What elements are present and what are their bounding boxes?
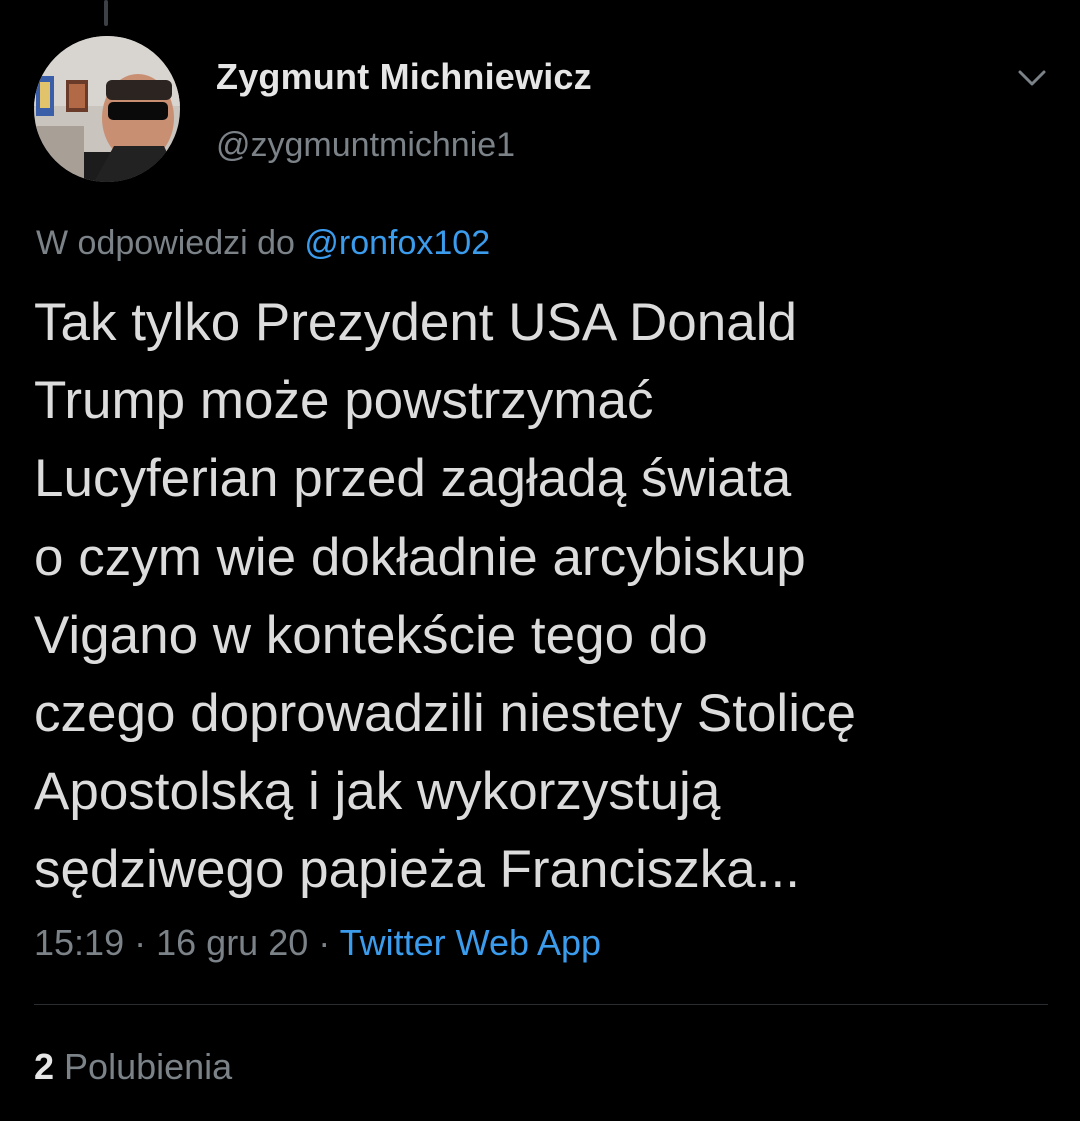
tweet-source-link[interactable]: Twitter Web App — [340, 922, 601, 963]
reply-context: W odpowiedzi do @ronfox102 — [36, 224, 490, 263]
likes-count: 2 — [34, 1046, 55, 1087]
tweet-metadata: 15:19 · 16 gru 20 · Twitter Web App — [34, 922, 601, 964]
tweet-text-line: o czym wie dokładnie arcybiskup — [34, 527, 806, 587]
tweet-date[interactable]: 16 gru 20 — [156, 922, 308, 963]
author-handle[interactable]: @zygmuntmichnie1 — [216, 126, 515, 165]
tweet-text-line: Apostolską i jak wykorzystują — [34, 762, 721, 822]
tweet-text-line: Tak tylko Prezydent USA Donald — [34, 293, 797, 352]
tweet-text-line: Lucyferian przed zagładą świata — [34, 449, 792, 509]
meta-separator: · — [134, 922, 147, 963]
likes-label: Polubienia — [64, 1046, 233, 1087]
reply-context-prefix: W odpowiedzi do — [36, 224, 295, 262]
reply-mention-link[interactable]: @ronfox102 — [304, 224, 490, 262]
meta-separator: · — [318, 922, 331, 963]
tweet-time[interactable]: 15:19 — [34, 922, 124, 963]
avatar[interactable] — [34, 36, 180, 182]
divider — [34, 1004, 1048, 1005]
author-display-name[interactable]: Zygmunt Michniewicz — [216, 56, 592, 98]
thread-connector-line — [104, 0, 108, 26]
tweet-text-line: Vigano w kontekście tego do — [34, 605, 708, 665]
likes-count-link[interactable]: 2 Polubienia — [34, 1046, 232, 1088]
tweet-text: Tak tylko Prezydent USA Donald Trump moż… — [34, 284, 1054, 910]
chevron-down-icon[interactable] — [1014, 60, 1050, 96]
profile-photo-icon — [34, 36, 180, 182]
tweet-text-line: sędziwego papieża Franciszka... — [34, 840, 800, 900]
tweet-text-line: Trump może powstrzymać — [34, 371, 654, 431]
tweet-text-line: czego doprowadzili niestety Stolicę — [34, 684, 856, 744]
